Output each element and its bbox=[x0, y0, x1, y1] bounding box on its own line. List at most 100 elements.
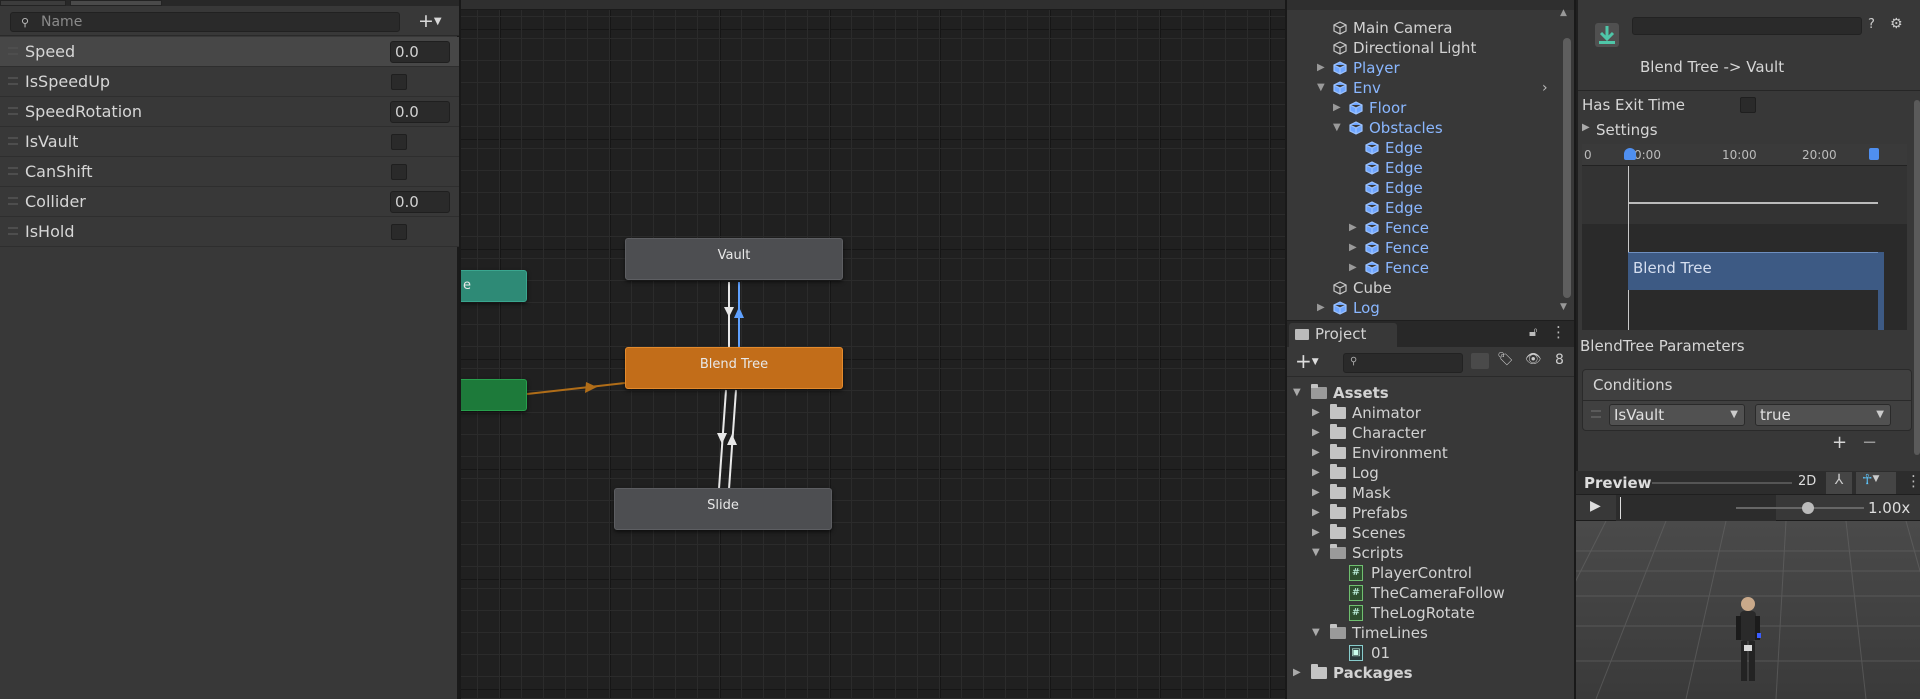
play-icon[interactable]: ▶ bbox=[1590, 498, 1601, 514]
parameter-value-field[interactable]: 0.0 bbox=[390, 41, 450, 63]
drag-handle-icon[interactable] bbox=[8, 47, 18, 55]
hierarchy-item-fence[interactable]: ▶ Fence bbox=[1287, 258, 1574, 278]
expand-open-icon[interactable]: ▼ bbox=[1312, 543, 1320, 563]
expand-closed-icon[interactable]: ▶ bbox=[1312, 403, 1320, 423]
project-item-environment[interactable]: ▶ Environment bbox=[1287, 443, 1574, 463]
parameter-checkbox[interactable] bbox=[391, 134, 407, 150]
expand-closed-icon[interactable]: ▶ bbox=[1333, 98, 1341, 118]
parameter-row-ishold[interactable]: IsHold bbox=[0, 217, 459, 247]
gear-icon[interactable]: ⚙ bbox=[1890, 16, 1903, 32]
expand-closed-icon[interactable]: ▶ bbox=[1312, 423, 1320, 443]
state-vault[interactable]: Vault bbox=[625, 238, 843, 280]
project-item-thecamerafollow[interactable]: # TheCameraFollow bbox=[1287, 583, 1574, 603]
expand-closed-icon[interactable]: ▶ bbox=[1312, 503, 1320, 523]
project-item-01[interactable]: ▣ 01 bbox=[1287, 643, 1574, 663]
add-parameter-button[interactable]: +▼ bbox=[418, 11, 456, 33]
hierarchy-item-obstacles[interactable]: ▼ Obstacles bbox=[1287, 118, 1574, 138]
scroll-down-icon[interactable]: ▼ bbox=[1560, 302, 1567, 312]
expand-open-icon[interactable]: ▼ bbox=[1333, 118, 1341, 138]
hidden-packages-icon[interactable]: 👁︎ bbox=[1525, 352, 1542, 367]
hierarchy-item-log[interactable]: ▶ Log bbox=[1287, 298, 1574, 318]
add-condition-button[interactable]: + bbox=[1832, 432, 1847, 453]
drag-handle-icon[interactable] bbox=[8, 227, 18, 235]
condition-mode-dropdown[interactable]: true ▼ bbox=[1755, 404, 1891, 426]
parameter-row-speedrotation[interactable]: SpeedRotation 0.0 bbox=[0, 97, 459, 127]
expand-closed-icon[interactable]: ▶ bbox=[1317, 58, 1325, 78]
parameter-checkbox[interactable] bbox=[391, 74, 407, 90]
hierarchy-item-player[interactable]: ▶ Player bbox=[1287, 58, 1574, 78]
transition-green-to-blendtree[interactable] bbox=[526, 382, 626, 395]
project-item-animator[interactable]: ▶ Animator bbox=[1287, 403, 1574, 423]
transition-timeline[interactable]: 0 0:00 10:00 20:00 Blend Tree bbox=[1582, 144, 1907, 330]
speed-slider-track[interactable] bbox=[1736, 507, 1864, 509]
project-item-thelogrotate[interactable]: # TheLogRotate bbox=[1287, 603, 1574, 623]
expand-open-icon[interactable]: ▼ bbox=[1293, 383, 1301, 403]
hierarchy-scrollbar[interactable] bbox=[1563, 38, 1571, 298]
project-item-timelines[interactable]: ▼ TimeLines bbox=[1287, 623, 1574, 643]
parameter-row-speed[interactable]: Speed 0.0 bbox=[0, 37, 459, 67]
project-item-log[interactable]: ▶ Log bbox=[1287, 463, 1574, 483]
drag-handle-icon[interactable] bbox=[8, 107, 18, 115]
expand-open-icon[interactable]: ▼ bbox=[1317, 78, 1325, 98]
expand-closed-icon[interactable]: ▶ bbox=[1312, 463, 1320, 483]
transition-end-marker[interactable] bbox=[1869, 148, 1879, 160]
transition-name-field[interactable] bbox=[1632, 17, 1862, 35]
drag-handle-icon[interactable] bbox=[8, 167, 18, 175]
has-exit-time-checkbox[interactable] bbox=[1740, 97, 1756, 113]
expand-closed-icon[interactable]: ▶ bbox=[1349, 238, 1357, 258]
label-tag-icon[interactable]: 🏷︎ bbox=[1497, 352, 1514, 367]
playhead[interactable] bbox=[1620, 497, 1621, 519]
expand-closed-icon[interactable]: ▶ bbox=[1349, 218, 1357, 238]
speed-slider-knob[interactable] bbox=[1802, 502, 1814, 514]
expand-closed-icon[interactable]: ▶ bbox=[1312, 483, 1320, 503]
hierarchy-item-edge[interactable]: Edge bbox=[1287, 178, 1574, 198]
hierarchy-item-main-camera[interactable]: Main Camera bbox=[1287, 18, 1574, 38]
animator-graph[interactable]: e Vault Blend Tree Slide bbox=[461, 0, 1285, 699]
help-icon[interactable]: ? bbox=[1868, 17, 1875, 32]
parameter-checkbox[interactable] bbox=[391, 224, 407, 240]
create-button[interactable]: +▼ bbox=[1295, 349, 1319, 373]
condition-parameter-dropdown[interactable]: IsVault ▼ bbox=[1609, 404, 1745, 426]
kebab-menu-icon[interactable]: ⋮ bbox=[1906, 472, 1920, 490]
drag-handle-icon[interactable] bbox=[1591, 410, 1601, 418]
state-teal-partial[interactable]: e bbox=[461, 270, 527, 302]
drag-handle-icon[interactable] bbox=[8, 197, 18, 205]
preview-resize-handle[interactable] bbox=[1652, 482, 1792, 484]
parameter-search-input[interactable]: ⚲ Name bbox=[10, 12, 400, 32]
project-search-input[interactable]: ⚲ bbox=[1343, 353, 1463, 373]
parameter-value-field[interactable]: 0.0 bbox=[390, 191, 450, 213]
expand-closed-icon[interactable]: ▶ bbox=[1317, 298, 1325, 318]
project-item-playercontrol[interactable]: # PlayerControl bbox=[1287, 563, 1574, 583]
preview-3d-view[interactable] bbox=[1576, 521, 1920, 699]
parameter-row-collider[interactable]: Collider 0.0 bbox=[0, 187, 459, 217]
toggle-2d-button[interactable]: 2D bbox=[1798, 474, 1816, 489]
filter-type-icon[interactable] bbox=[1471, 353, 1489, 369]
drag-handle-icon[interactable] bbox=[8, 77, 18, 85]
project-item-prefabs[interactable]: ▶ Prefabs bbox=[1287, 503, 1574, 523]
lock-icon[interactable]: 🔓︎ bbox=[1529, 325, 1537, 340]
hierarchy-item-fence[interactable]: ▶ Fence bbox=[1287, 238, 1574, 258]
project-item-assets[interactable]: ▼ Assets bbox=[1287, 383, 1574, 403]
transition-start-marker[interactable] bbox=[1624, 148, 1636, 160]
project-item-scenes[interactable]: ▶ Scenes bbox=[1287, 523, 1574, 543]
expand-closed-icon[interactable]: ▶ bbox=[1312, 443, 1320, 463]
settings-foldout-label[interactable]: Settings bbox=[1596, 121, 1658, 139]
parameter-value-field[interactable]: 0.0 bbox=[390, 101, 450, 123]
hierarchy-item-directional-light[interactable]: Directional Light bbox=[1287, 38, 1574, 58]
hierarchy-item-edge[interactable]: Edge bbox=[1287, 138, 1574, 158]
expand-open-icon[interactable]: ▼ bbox=[1312, 623, 1320, 643]
hierarchy-item-floor[interactable]: ▶ Floor bbox=[1287, 98, 1574, 118]
expand-closed-icon[interactable]: ▶ bbox=[1312, 523, 1320, 543]
avatar-icon[interactable]: ☥▼ bbox=[1856, 472, 1896, 494]
remove-condition-button[interactable]: − bbox=[1862, 432, 1877, 453]
hierarchy-item-fence[interactable]: ▶ Fence bbox=[1287, 218, 1574, 238]
parameter-checkbox[interactable] bbox=[391, 164, 407, 180]
chevron-right-icon[interactable]: › bbox=[1542, 80, 1548, 96]
hierarchy-item-env[interactable]: ▼ Env bbox=[1287, 78, 1574, 98]
state-entry-green[interactable] bbox=[461, 379, 527, 411]
drag-handle-icon[interactable] bbox=[8, 137, 18, 145]
hierarchy-item-cube[interactable]: Cube bbox=[1287, 278, 1574, 298]
expand-closed-icon[interactable]: ▶ bbox=[1293, 663, 1301, 683]
blend-tree-clip[interactable]: Blend Tree bbox=[1628, 252, 1878, 290]
project-item-mask[interactable]: ▶ Mask bbox=[1287, 483, 1574, 503]
